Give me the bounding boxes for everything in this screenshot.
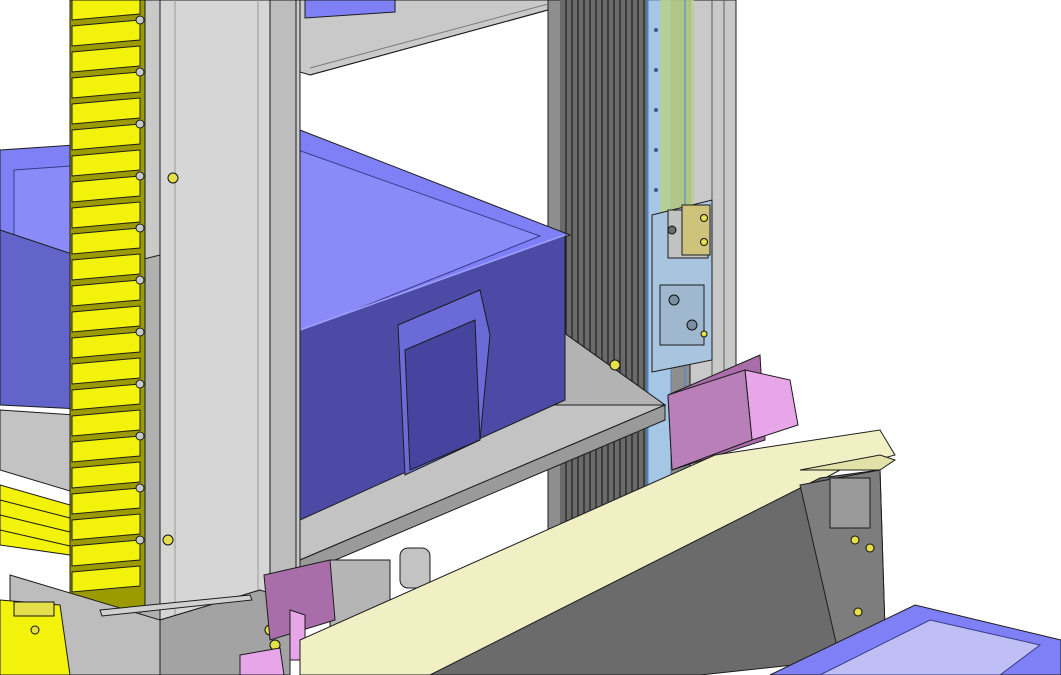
- assembly-drawing: [0, 0, 1061, 675]
- carriage-block: [651, 199, 713, 373]
- vertical-column-left: [139, 0, 301, 641]
- cad-viewport[interactable]: [0, 0, 1061, 675]
- chain-links: [71, 0, 141, 593]
- upper-shelf: [299, 0, 549, 76]
